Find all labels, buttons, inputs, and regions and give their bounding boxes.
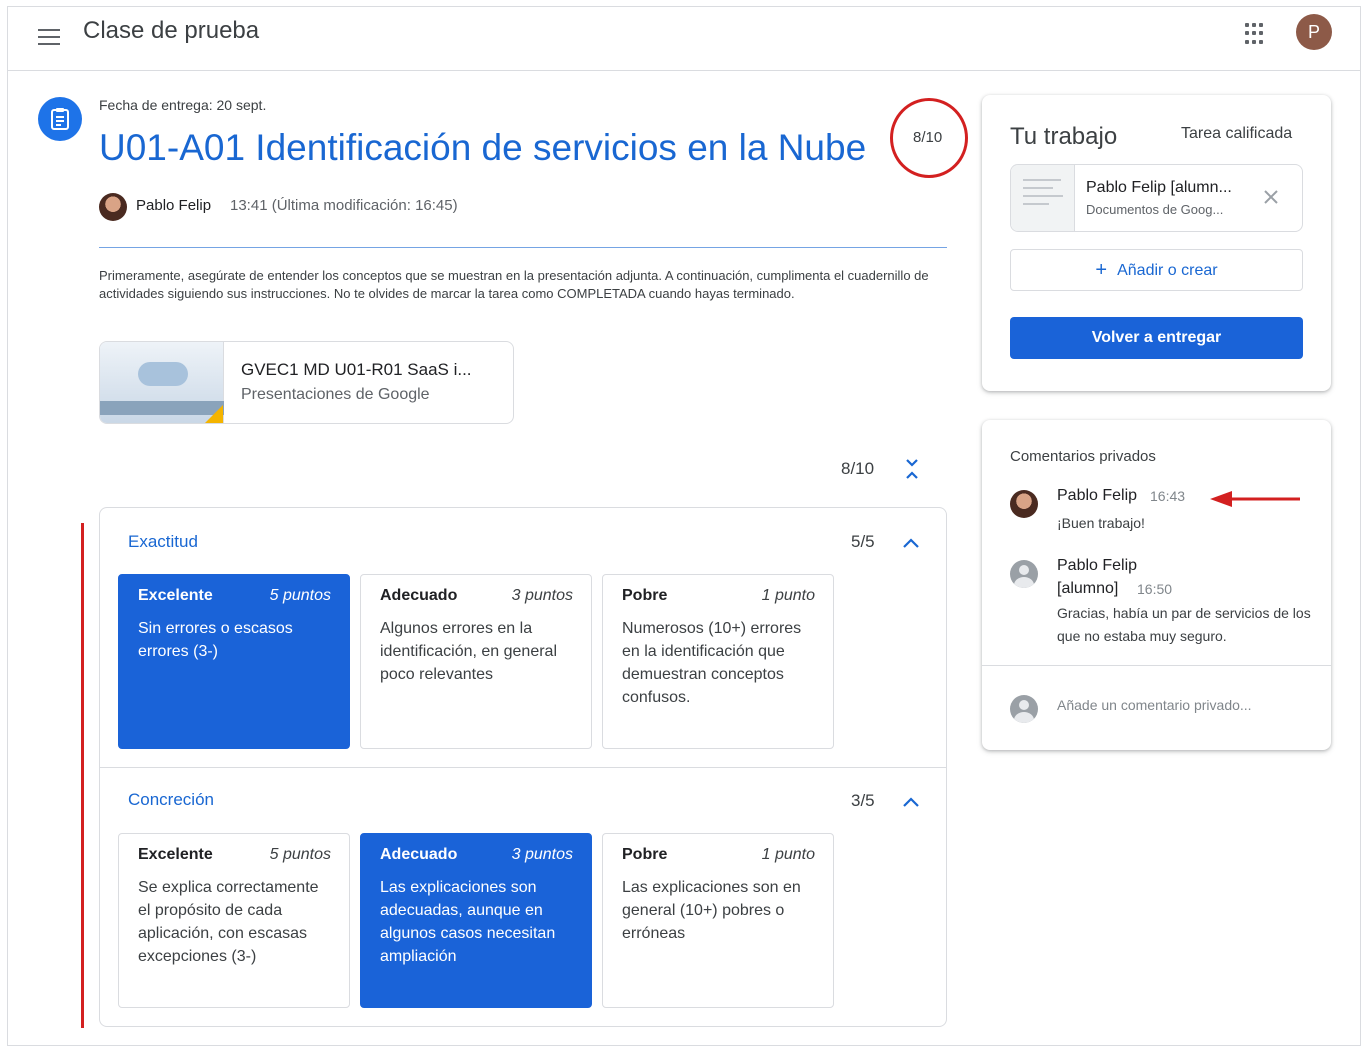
chevron-up-icon[interactable] bbox=[902, 795, 920, 807]
classroom-window: Clase de prueba P Fecha de entrega: 20 s… bbox=[7, 6, 1361, 1046]
add-or-create-button[interactable]: + Añadir o crear bbox=[1010, 249, 1303, 291]
level-description: Se explica correctamente el propósito de… bbox=[138, 879, 319, 965]
attachment-name: GVEC1 MD U01-R01 SaaS i... bbox=[241, 360, 472, 379]
close-icon[interactable] bbox=[1261, 187, 1281, 207]
annotation-arrow-icon bbox=[1210, 491, 1300, 507]
attachment-type: Presentaciones de Google bbox=[241, 386, 430, 403]
file-thumbnail bbox=[1011, 165, 1075, 231]
criterion-title[interactable]: Concreción bbox=[128, 790, 214, 810]
level-adecuado[interactable]: Adecuado 3 puntos Las explicaciones son a… bbox=[360, 833, 592, 1008]
file-name: Pablo Felip [alumn... bbox=[1086, 179, 1232, 196]
assignment-title: U01-A01 Identificación de servicios en l… bbox=[99, 127, 867, 168]
post-time: 13:41 (Última modificación: 16:45) bbox=[230, 197, 458, 214]
comment-time: 16:43 bbox=[1150, 488, 1186, 504]
grade-annotation-circle bbox=[890, 98, 968, 178]
default-avatar-icon bbox=[1010, 560, 1038, 588]
level-description: Las explicaciones son en general (10+) p… bbox=[622, 879, 801, 942]
author-name: Pablo Felip bbox=[136, 197, 212, 214]
add-or-create-label: Añadir o crear bbox=[1117, 262, 1218, 279]
level-name: Adecuado bbox=[380, 846, 458, 863]
level-description: Las explicaciones son adecuadas, aunque … bbox=[380, 879, 556, 965]
private-comments-title: Comentarios privados bbox=[1010, 448, 1156, 465]
criterion-score: 5/5 bbox=[851, 532, 875, 551]
default-avatar-icon bbox=[1010, 695, 1038, 723]
level-description: Algunos errores en la identificación, en… bbox=[380, 620, 558, 683]
annotation-red-bar bbox=[81, 523, 84, 1028]
file-type: Documentos de Goog... bbox=[1086, 202, 1224, 217]
attachment-thumbnail bbox=[100, 342, 224, 423]
criterion-divider bbox=[100, 767, 946, 768]
level-name: Adecuado bbox=[380, 587, 458, 604]
assignment-icon bbox=[38, 97, 82, 141]
level-points: 3 puntos bbox=[511, 846, 573, 863]
menu-icon[interactable] bbox=[38, 29, 60, 47]
level-name: Excelente bbox=[138, 587, 213, 604]
comment-author-role: [alumno] bbox=[1057, 580, 1119, 597]
rubric: Exactitud 5/5 Excelente 5 puntos Sin erro… bbox=[99, 507, 947, 1027]
author-avatar bbox=[99, 193, 127, 221]
rubric-total: 8/10 bbox=[841, 459, 875, 478]
comment-text: ¡Buen trabajo! bbox=[1057, 515, 1145, 531]
level-name: Pobre bbox=[622, 846, 668, 863]
criterion-title[interactable]: Exactitud bbox=[128, 532, 198, 552]
apps-grid-icon[interactable] bbox=[1245, 23, 1267, 45]
private-comments-card: Comentarios privados Pablo Felip 16:43 ¡… bbox=[982, 420, 1331, 750]
level-points: 5 puntos bbox=[269, 587, 331, 604]
due-date: Fecha de entrega: 20 sept. bbox=[99, 97, 267, 113]
comment-time: 16:50 bbox=[1137, 581, 1173, 597]
level-adecuado[interactable]: Adecuado 3 puntos Algunos errores en la i… bbox=[360, 574, 592, 749]
work-status: Tarea calificada bbox=[1181, 125, 1293, 142]
resubmit-button[interactable]: Volver a entregar bbox=[1010, 317, 1303, 359]
private-comment-input[interactable]: Añade un comentario privado... bbox=[1057, 697, 1252, 713]
your-work-card: Tu trabajo Tarea calificada Pablo Felip … bbox=[982, 95, 1331, 391]
plus-icon: + bbox=[1095, 259, 1108, 281]
level-description: Sin errores o escasos errores (3-) bbox=[138, 620, 293, 660]
criterion-score: 3/5 bbox=[851, 791, 875, 810]
level-description: Numerosos (10+) errores en la identifica… bbox=[622, 620, 802, 706]
level-points: 5 puntos bbox=[269, 846, 331, 863]
top-bar: Clase de prueba P bbox=[8, 7, 1360, 71]
level-name: Excelente bbox=[138, 846, 213, 863]
instructions: Primeramente, asegúrate de entender los … bbox=[99, 268, 929, 301]
level-points: 1 punto bbox=[761, 587, 815, 604]
level-points: 1 punto bbox=[761, 846, 815, 863]
level-excelente[interactable]: Excelente 5 puntos Se explica correctamen… bbox=[118, 833, 350, 1008]
comment-avatar bbox=[1010, 490, 1038, 518]
level-excelente[interactable]: Excelente 5 puntos Sin errores o escasos … bbox=[118, 574, 350, 749]
level-points: 3 puntos bbox=[511, 587, 573, 604]
comment-text: Gracias, había un par de servicios de lo… bbox=[1057, 605, 1311, 644]
level-pobre[interactable]: Pobre 1 punto Numerosos (10+) errores en … bbox=[602, 574, 834, 749]
comment-author: Pablo Felip bbox=[1057, 557, 1138, 574]
comment-author: Pablo Felip bbox=[1057, 487, 1138, 504]
chevron-up-icon[interactable] bbox=[902, 536, 920, 548]
class-title[interactable]: Clase de prueba bbox=[83, 17, 259, 45]
collapse-all-icon[interactable] bbox=[904, 457, 920, 481]
attachment-card[interactable]: GVEC1 MD U01-R01 SaaS i... Presentacione… bbox=[99, 341, 514, 424]
comments-divider bbox=[982, 665, 1331, 666]
level-pobre[interactable]: Pobre 1 punto Las explicaciones son en ge… bbox=[602, 833, 834, 1008]
level-name: Pobre bbox=[622, 587, 668, 604]
heading-divider bbox=[99, 247, 947, 248]
submitted-file[interactable]: Pablo Felip [alumn... Documentos de Goog… bbox=[1010, 164, 1303, 232]
your-work-title: Tu trabajo bbox=[1010, 123, 1118, 150]
account-avatar[interactable]: P bbox=[1296, 14, 1332, 50]
